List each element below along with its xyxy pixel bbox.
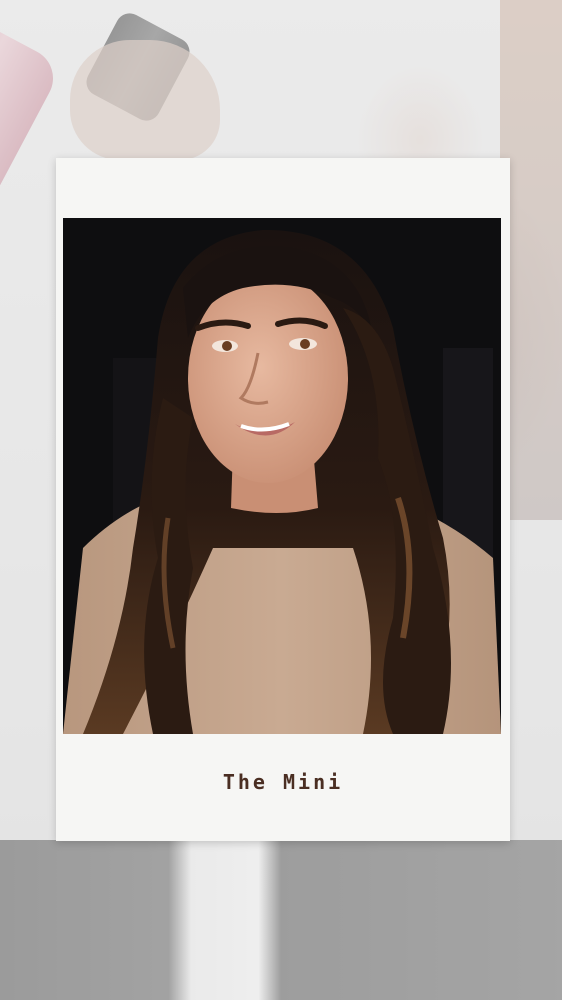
portrait-photo (63, 218, 501, 734)
portrait-illustration (63, 218, 501, 734)
story-frame: The Mini (0, 0, 562, 1000)
caption-text: The Mini (222, 770, 344, 794)
